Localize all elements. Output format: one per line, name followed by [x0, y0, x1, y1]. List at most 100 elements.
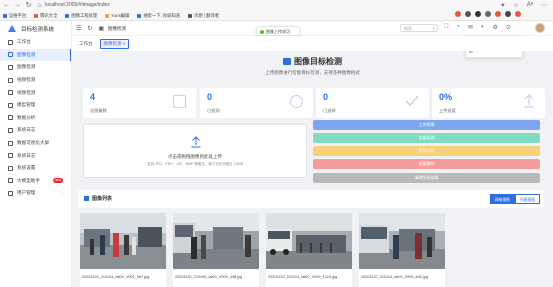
image-thumbnail [173, 213, 259, 269]
bookmark[interactable]: 图像工程处理 [65, 13, 97, 19]
reload-icon[interactable]: ↻ [25, 2, 32, 10]
bookmark[interactable]: 腾讯大全 [34, 13, 57, 19]
stat-label: 总图像数 [90, 108, 107, 113]
bookmark-icon [137, 13, 142, 18]
bookmark[interactable]: Yuns编辑 [105, 13, 129, 19]
bookmark[interactable]: 运维平台 [3, 13, 26, 19]
favorite-icon[interactable]: ☆ [513, 2, 518, 9]
extension-icon[interactable] [485, 11, 491, 17]
tab-image-detection[interactable]: 图像检测 × [99, 38, 130, 49]
bookmarks-bar: 运维平台 腾讯大全 图像工程处理 Yuns编辑 搜索一下, 你就知道 优想 | … [3, 11, 219, 20]
theme-icon[interactable]: ◐ [481, 24, 485, 31]
extension-icon[interactable] [475, 11, 481, 17]
street-photo [80, 213, 166, 269]
image-thumbnail [80, 213, 166, 269]
reading-mode-icon[interactable]: Aᵃ [527, 2, 533, 9]
model-icon [8, 102, 13, 108]
search-icon: ⌕ [432, 26, 435, 31]
lock-icon[interactable]: ⊙ [506, 24, 511, 31]
back-icon[interactable]: ← [3, 2, 10, 10]
check-circle-icon [260, 30, 264, 34]
tab-workbench[interactable]: 工作台 [76, 40, 96, 48]
stat-label: 上传进度 [439, 108, 456, 113]
robot-icon [8, 178, 13, 184]
image-icon [8, 52, 13, 58]
avatar[interactable] [535, 23, 545, 33]
bookmark[interactable]: 搜索一下, 你就知道 [137, 13, 180, 19]
logo-icon [8, 25, 17, 32]
upload-instruction: 点击或拖拽图像到此处上传 [168, 154, 222, 159]
upload-image-button[interactable]: 上传图像 [313, 120, 540, 130]
sidebar-item-video-detection[interactable]: 视频检测 [0, 74, 71, 87]
batch-detect-button[interactable]: 批量检测 [313, 133, 540, 143]
stat-label: 已检测 [207, 108, 220, 113]
extensions-icon[interactable]: ✦ [500, 2, 505, 9]
batch-delete-button[interactable]: 批量删除 [313, 159, 540, 169]
street-photo [173, 213, 259, 269]
sidebar-item-image-detection[interactable]: 图像检测 [0, 48, 71, 62]
bookmark-icon [3, 13, 7, 18]
gear-icon[interactable]: ⚙ [492, 24, 497, 31]
sidebar-item-dashboard[interactable]: 数据可视化大屏 [0, 137, 71, 150]
gear-icon [8, 165, 13, 171]
browser-actions: ✦ ☆ Aᵃ ⋯ [500, 2, 547, 9]
image-card[interactable]: 20201120_210104_lat00_V001_967.jpg [80, 213, 166, 287]
message-icon[interactable]: ✉ [468, 24, 473, 31]
stat-card-selected: 0 已选择 [316, 88, 429, 118]
chart-icon [8, 115, 13, 121]
sidebar-item-model-management[interactable]: 模型管理 [0, 99, 71, 112]
upload-hint: 支持 JPG、PNG、GIF、BMP 等格式，单个文件不超过 10MB [147, 162, 243, 166]
sidebar-item-video-detection-2[interactable]: 视频检测 [0, 86, 71, 99]
address-bar[interactable]: localhost:2005/#/image/index [39, 1, 110, 10]
sidebar-item-users[interactable]: 用户管理 › [0, 187, 71, 200]
image-icon [283, 58, 291, 65]
extension-icon[interactable] [505, 11, 511, 17]
forward-icon[interactable]: → [14, 2, 21, 10]
clear-results-button[interactable]: 清除所有结果 [313, 173, 540, 183]
extension-icon[interactable] [455, 11, 461, 17]
bookmark-icon [65, 13, 70, 18]
list-icon [84, 195, 89, 201]
extension-icon[interactable] [465, 11, 471, 17]
image-card[interactable]: 20201120_210114_lat00_V009_640.jpg [359, 213, 445, 287]
brand[interactable]: 目标检测系统 [0, 21, 71, 36]
image-filename: 20201120_210114_lat00_V009_1024.jpg [268, 275, 338, 279]
sidebar-item-ai-assistant[interactable]: 大模型助手 new [0, 175, 71, 188]
grid-view-button[interactable]: 网格视图 [489, 194, 515, 204]
upload-dropzone[interactable]: 点击或拖拽图像到此处上传 支持 JPG、PNG、GIF、BMP 等格式，单个文件… [83, 124, 307, 178]
detect-current-button[interactable]: 检测当前 [313, 146, 540, 156]
extension-icon[interactable] [515, 11, 521, 17]
search-input[interactable]: 搜索 ⌕ [400, 24, 438, 32]
menu-toggle-icon[interactable]: ☰ [76, 25, 81, 32]
refresh-icon[interactable]: ↻ [87, 25, 92, 32]
bell-icon[interactable]: ◔ [456, 24, 460, 31]
image-card[interactable]: 20201120_210114_lat00_V009_1024.jpg [266, 213, 352, 287]
page-title: 图像目标检测 [72, 56, 553, 67]
sidebar-item-image-detection-2[interactable]: 图像检测 [0, 61, 71, 74]
page-icon: ▣ [98, 26, 105, 32]
log-icon [8, 127, 13, 133]
image-filename: 20201120_210105_lat00_V009_448.jpg [175, 275, 243, 279]
page-subtitle: 上传图像进行智能目标检测，支持多种图像格式 [265, 70, 360, 75]
app-header: ☰ ↻ ▣ 图像检测 搜索 ⌕ ⛶ ◔ ✉ ◐ ⚙ ⊙ [72, 21, 553, 36]
street-photo [359, 213, 445, 269]
stat-card-detected: 0 已检测 [200, 88, 313, 118]
more-icon[interactable]: ⋯ [541, 2, 547, 9]
sidebar-item-system-log-2[interactable]: 系统日志 [0, 149, 71, 162]
upload-icon [524, 94, 534, 108]
fullscreen-icon[interactable]: ⛶ [444, 24, 448, 31]
extension-icon[interactable] [495, 11, 501, 17]
image-card[interactable]: 20201120_210105_lat00_V009_448.jpg [173, 213, 259, 287]
sidebar-item-workbench[interactable]: 工作台 [0, 36, 71, 49]
image-list-header: 图像列表 网格视图 列表视图 [78, 190, 544, 208]
street-photo [266, 213, 352, 269]
sidebar-item-data-analysis[interactable]: 数据分析 [0, 112, 71, 125]
sidebar-item-system-log[interactable]: 系统日志 [0, 124, 71, 137]
sidebar-item-settings[interactable]: 系统设置 [0, 162, 71, 175]
header-tools: ⛶ ◔ ✉ ◐ ⚙ ⊙ [444, 24, 511, 31]
list-view-button[interactable]: 列表视图 [514, 194, 540, 204]
stat-value: 4 [90, 92, 96, 102]
bookmark[interactable]: 优想 | 翻译者 [188, 13, 219, 19]
list-title: 图像列表 [84, 195, 112, 202]
image-filename: 20201120_210114_lat00_V009_640.jpg [361, 275, 429, 279]
